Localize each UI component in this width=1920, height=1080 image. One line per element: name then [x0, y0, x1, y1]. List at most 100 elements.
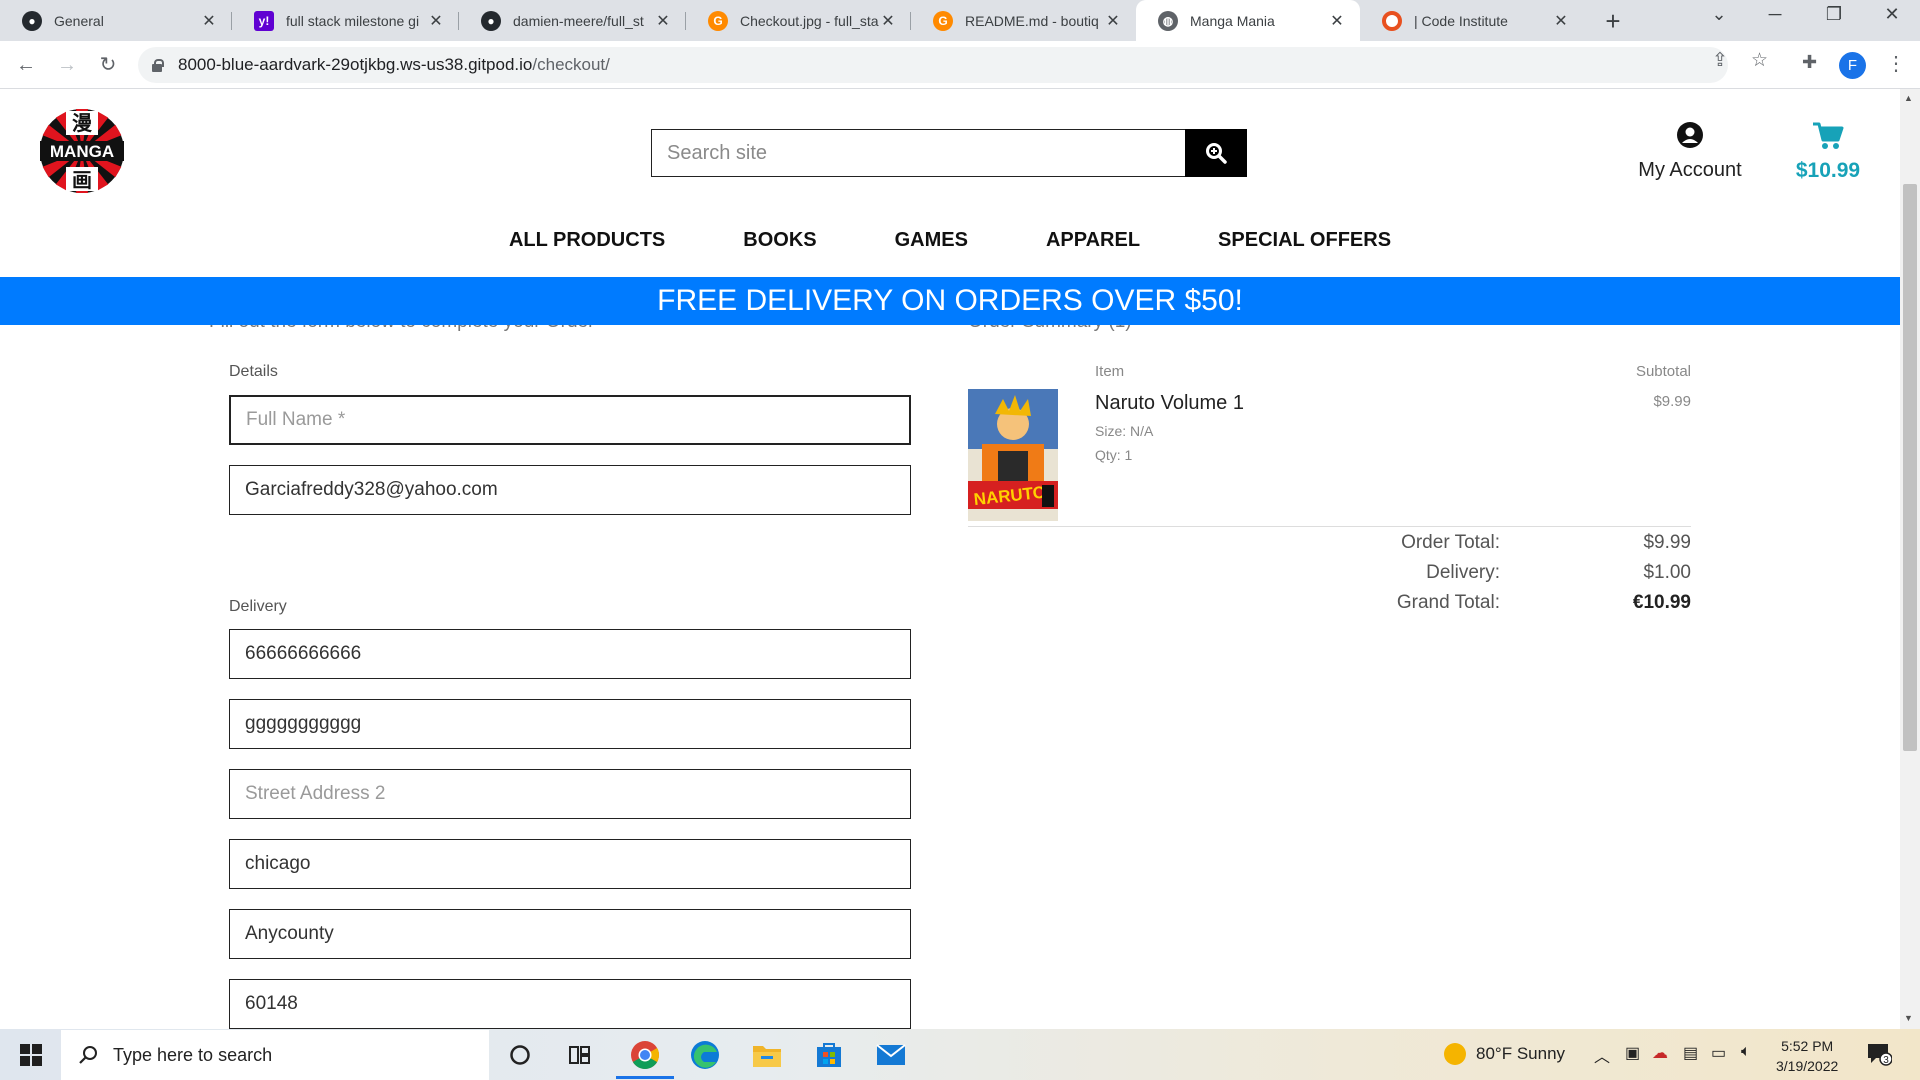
details-fieldset-label: Details — [229, 363, 278, 380]
scrollbar-thumb[interactable] — [1903, 184, 1917, 751]
taskbar-search-placeholder: Type here to search — [113, 1044, 273, 1065]
tab-code-institute[interactable]: | Code Institute ✕ — [1360, 0, 1584, 41]
windows-taskbar: Type here to search 80°F Sunny ︿ ▣ ☁ ▤ ▭… — [0, 1029, 1920, 1080]
phone-number-field[interactable] — [229, 629, 911, 679]
reload-button[interactable]: ↻ — [94, 51, 122, 79]
taskbar-search-box[interactable]: Type here to search — [61, 1030, 489, 1080]
tray-chevron-up-icon[interactable]: ︿ — [1594, 1043, 1610, 1067]
tab-label: README.md - boutiq — [965, 12, 1099, 29]
naruto-volume-1-cover-image[interactable]: NARUTO — [968, 389, 1058, 521]
nav-books[interactable]: BOOKS — [743, 229, 816, 252]
task-view-icon[interactable] — [562, 1037, 598, 1073]
nav-apparel[interactable]: APPAREL — [1046, 229, 1140, 252]
close-icon[interactable]: ✕ — [879, 11, 897, 31]
forward-button[interactable]: → — [53, 51, 81, 79]
browser-tab-strip: ● General ✕ y! full stack milestone gi ✕… — [0, 0, 1920, 41]
chrome-active-indicator — [616, 1076, 674, 1079]
grand-total-value: €10.99 — [1632, 592, 1691, 613]
email-field[interactable] — [229, 465, 911, 515]
close-icon[interactable]: ✕ — [1552, 11, 1570, 31]
gitpod-icon: G — [933, 10, 953, 31]
close-icon[interactable]: ✕ — [200, 11, 218, 31]
cart-icon — [1813, 122, 1844, 149]
search-icon — [79, 1046, 97, 1064]
scroll-down-arrow-icon[interactable]: ▼ — [1904, 1013, 1913, 1023]
tab-checkout-jpg[interactable]: G Checkout.jpg - full_sta ✕ — [686, 0, 911, 41]
tab-damien-meere[interactable]: ● damien-meere/full_st ✕ — [459, 0, 686, 41]
tab-general[interactable]: ● General ✕ — [0, 0, 232, 41]
close-icon[interactable]: ✕ — [654, 11, 672, 31]
tab-label: damien-meere/full_st — [513, 12, 644, 29]
chrome-icon[interactable] — [627, 1037, 663, 1073]
network-icon[interactable]: ▤ — [1683, 1043, 1698, 1063]
volume-icon[interactable]: 🔈︎ — [1741, 1043, 1751, 1061]
nav-games[interactable]: GAMES — [895, 229, 968, 252]
close-icon[interactable]: ✕ — [427, 11, 445, 31]
scroll-up-arrow-icon[interactable]: ▲ — [1904, 93, 1913, 103]
onedrive-icon[interactable]: ☁ — [1652, 1043, 1668, 1063]
full-name-field[interactable] — [229, 395, 911, 445]
street-address-2-field[interactable] — [229, 769, 911, 819]
tab-label: General — [54, 12, 104, 29]
close-icon[interactable]: ✕ — [1104, 11, 1122, 31]
extensions-icon[interactable]: ✚ — [1802, 52, 1817, 73]
github-icon: ● — [481, 10, 501, 31]
weather-widget[interactable]: 80°F Sunny — [1444, 1043, 1565, 1065]
address-bar[interactable]: 8000-blue-aardvark-29otjkbg.ws-us38.gitp… — [138, 47, 1728, 83]
file-explorer-icon[interactable] — [749, 1037, 785, 1073]
nav-special-offers[interactable]: SPECIAL OFFERS — [1218, 229, 1391, 252]
search-submit-button[interactable] — [1185, 129, 1247, 177]
clock-date: 3/19/2022 — [1776, 1058, 1839, 1074]
close-window-button[interactable]: ✕ — [1872, 4, 1912, 25]
mail-icon[interactable] — [873, 1037, 909, 1073]
nav-all-products[interactable]: ALL PRODUCTS — [509, 229, 665, 252]
free-delivery-banner: FREE DELIVERY ON ORDERS OVER $50! — [0, 277, 1900, 325]
summary-col-subtotal: Subtotal — [1635, 363, 1691, 380]
street-address-1-field[interactable] — [229, 699, 911, 749]
my-account-label: My Account — [1638, 159, 1742, 181]
county-field[interactable] — [229, 909, 911, 959]
site-search — [651, 129, 1247, 177]
manga-logo[interactable]: 漫 画 MANGA — [38, 107, 126, 195]
product-subtotal: $9.99 — [1653, 393, 1691, 410]
main-navigation: ALL PRODUCTS BOOKS GAMES APPAREL SPECIAL… — [0, 229, 1900, 252]
tab-readme[interactable]: G README.md - boutiq ✕ — [911, 0, 1136, 41]
delivery-fieldset-label: Delivery — [229, 598, 287, 615]
system-clock[interactable]: 5:52 PM 3/19/2022 — [1776, 1036, 1838, 1076]
cortana-icon[interactable] — [502, 1037, 538, 1073]
windows-start-icon[interactable] — [20, 1044, 42, 1066]
back-button[interactable]: ← — [12, 51, 40, 79]
page-scrollbar[interactable]: ▲ ▼ — [1900, 89, 1920, 1029]
logo-glyph-bottom: 画 — [72, 168, 92, 192]
share-icon[interactable]: ⇪ — [1712, 49, 1728, 72]
new-tab-button[interactable]: + — [1598, 6, 1628, 37]
github-icon: ● — [22, 10, 42, 31]
notification-center-icon[interactable]: 3 — [1866, 1042, 1893, 1066]
shopping-cart-link[interactable]: $10.99 — [1783, 121, 1873, 183]
page-viewport: 漫 画 MANGA My Account — [0, 89, 1900, 1029]
meet-now-icon[interactable]: ▣ — [1625, 1043, 1640, 1063]
site-search-input[interactable] — [651, 129, 1185, 177]
profile-avatar[interactable]: F — [1839, 52, 1866, 79]
town-city-field[interactable] — [229, 839, 911, 889]
delivery-cost-label: Delivery: — [1426, 562, 1500, 583]
microsoft-store-icon[interactable] — [811, 1037, 847, 1073]
tab-label: Checkout.jpg - full_sta — [740, 12, 879, 29]
restore-button[interactable]: ❐ — [1814, 4, 1854, 25]
bookmark-star-icon[interactable]: ☆ — [1751, 49, 1768, 72]
close-icon[interactable]: ✕ — [1328, 11, 1346, 31]
edge-icon[interactable] — [687, 1037, 723, 1073]
my-account-link[interactable]: My Account — [1630, 121, 1750, 182]
tab-manga-mania[interactable]: ◍ Manga Mania ✕ — [1136, 0, 1360, 41]
postcode-field[interactable] — [229, 979, 911, 1029]
minimize-button[interactable]: ─ — [1755, 4, 1795, 25]
browser-menu-icon[interactable]: ⋮ — [1886, 51, 1906, 76]
logo-text: MANGA — [50, 142, 114, 161]
battery-icon[interactable]: ▭ — [1711, 1043, 1726, 1063]
url-path: /checkout/ — [532, 55, 610, 74]
logo-glyph-top: 漫 — [72, 111, 93, 135]
lock-icon[interactable] — [152, 59, 164, 72]
tab-full-stack-milestone[interactable]: y! full stack milestone gi ✕ — [232, 0, 459, 41]
tab-search-icon[interactable]: ⌄ — [1699, 4, 1739, 25]
product-name: Naruto Volume 1 — [1095, 392, 1244, 414]
